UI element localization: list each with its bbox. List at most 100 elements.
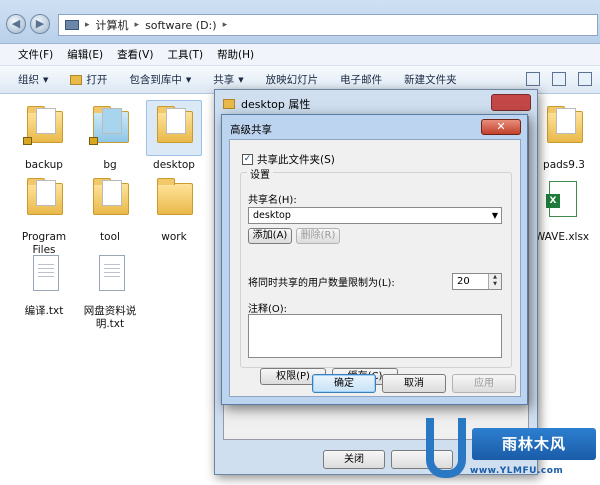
properties-close-button[interactable] [491, 94, 531, 111]
menu-edit[interactable]: 编辑(E) [67, 47, 103, 62]
file-item[interactable]: backup [12, 100, 76, 172]
breadcrumb-separator-icon: ▸ [134, 20, 140, 30]
open-button[interactable]: 打开 [70, 72, 107, 87]
view-options-icon[interactable] [526, 72, 540, 86]
file-name: 编译.txt [24, 305, 64, 317]
text-file-icon [82, 246, 138, 302]
breadcrumb-separator-icon: ▸ [85, 20, 90, 30]
folder-icon [82, 100, 138, 156]
new-folder-button[interactable]: 新建文件夹 [404, 72, 457, 87]
share-button[interactable]: 共享 ▼ [213, 72, 243, 87]
dialog-title: 高级共享 [230, 124, 272, 136]
back-button[interactable]: ◀ [6, 14, 26, 34]
apply-button[interactable]: 应用 [452, 374, 516, 393]
file-name: work [161, 231, 187, 243]
settings-group-label: 设置 [247, 166, 273, 181]
file-item[interactable]: Program Files [12, 172, 76, 257]
chevron-down-icon: ▼ [185, 75, 192, 84]
file-item[interactable]: bg [78, 100, 142, 172]
breadcrumb-separator-icon: ▸ [222, 20, 228, 30]
folder-icon [16, 100, 72, 156]
folder-icon [82, 172, 138, 228]
chevron-down-icon: ▼ [43, 75, 49, 84]
checkbox-checked-icon: ✓ [242, 154, 253, 165]
remove-button[interactable]: 删除(R) [296, 228, 340, 244]
menu-view[interactable]: 查看(V) [117, 47, 153, 62]
view-controls [526, 72, 592, 86]
user-limit-stepper[interactable]: 20 ▲ ▼ [452, 273, 502, 290]
ok-button[interactable]: 确定 [312, 374, 376, 393]
lock-icon [89, 137, 98, 145]
file-name: 网盘资料说明.txt [83, 305, 137, 330]
menu-help[interactable]: 帮助(H) [217, 47, 254, 62]
folder-icon [536, 100, 592, 156]
lock-icon [23, 137, 32, 145]
close-button[interactable]: 关闭 [323, 450, 385, 469]
file-item[interactable]: 编译.txt [12, 246, 76, 318]
watermark-logo: 雨林木风 www.YLMFU.com [426, 418, 600, 485]
share-folder-label: 共享此文件夹(S) [257, 154, 335, 166]
share-name-label: 共享名(H): [248, 195, 297, 206]
spin-arrows-icon[interactable]: ▲ ▼ [488, 274, 501, 289]
file-name: tool [100, 231, 120, 243]
file-name: bg [103, 159, 117, 171]
email-button[interactable]: 电子邮件 [340, 72, 382, 87]
organize-label: 组织 [18, 74, 39, 86]
file-name: pads9.3 [543, 159, 585, 171]
email-label: 电子邮件 [340, 74, 383, 86]
file-item[interactable]: 网盘资料说明.txt [78, 246, 142, 331]
file-name: WAVE.xlsx [534, 231, 590, 243]
excel-file-icon: X [534, 172, 590, 228]
new-folder-label: 新建文件夹 [404, 74, 457, 86]
folder-icon [16, 172, 72, 228]
share-name-value: desktop [253, 210, 291, 221]
chevron-down-icon: ▼ [491, 211, 498, 220]
properties-title: desktop 属性 [223, 96, 310, 112]
add-button[interactable]: 添加(A) [248, 228, 292, 244]
file-item[interactable]: tool [78, 172, 142, 244]
chevron-down-icon: ▼ [238, 75, 244, 84]
share-name-select[interactable]: desktop ▼ [248, 207, 502, 224]
user-limit-value: 20 [457, 276, 470, 287]
share-label: 共享 [213, 74, 235, 86]
dialog-body: ✓ 共享此文件夹(S) 设置 共享名(H): desktop ▼ 添加(A) 删… [229, 139, 521, 397]
file-item[interactable]: pads9.3 [532, 100, 596, 172]
computer-icon [65, 20, 79, 30]
preview-pane-icon[interactable] [552, 72, 566, 86]
menu-tools[interactable]: 工具(T) [167, 47, 203, 62]
file-item[interactable]: work [142, 172, 206, 244]
file-item[interactable]: X WAVE.xlsx [530, 172, 594, 244]
include-in-library-button[interactable]: 包含到库中 ▼ [129, 72, 191, 87]
watermark-url: www.YLMFU.com [470, 466, 564, 476]
organize-button[interactable]: 组织 ▼ [18, 72, 48, 87]
menu-file[interactable]: 文件(F) [18, 47, 53, 62]
file-item[interactable]: desktop [142, 100, 206, 172]
watermark-brand: 雨林木风 [472, 428, 596, 460]
file-name: desktop [153, 159, 195, 171]
user-limit-label: 将同时共享的用户数量限制为(L): [248, 278, 395, 289]
file-name: backup [25, 159, 63, 171]
breadcrumb-drive[interactable]: software (D:) [145, 19, 217, 32]
close-icon[interactable]: ✕ [481, 119, 521, 135]
breadcrumb-computer[interactable]: 计算机 [96, 17, 129, 33]
comments-field[interactable] [248, 314, 502, 358]
forward-button[interactable]: ▶ [30, 14, 50, 34]
share-folder-checkbox[interactable]: ✓ 共享此文件夹(S) [242, 152, 335, 167]
watermark-u-icon [426, 418, 466, 478]
comments-label: 注释(O): [248, 304, 288, 315]
slideshow-button[interactable]: 放映幻灯片 [266, 72, 319, 87]
cancel-button[interactable]: 取消 [382, 374, 446, 393]
text-file-icon [16, 246, 72, 302]
include-in-library-label: 包含到库中 [129, 74, 182, 86]
properties-title-text: desktop 属性 [241, 98, 311, 111]
explorer-title-bar: ◀ ▶ ▸ 计算机 ▸ software (D:) ▸ [0, 0, 600, 44]
folder-icon [223, 99, 235, 109]
advanced-sharing-dialog: 高级共享 ✕ ✓ 共享此文件夹(S) 设置 共享名(H): desktop ▼ … [221, 114, 528, 405]
help-icon[interactable] [578, 72, 592, 86]
folder-icon [146, 172, 202, 228]
folder-icon [146, 100, 202, 156]
menu-bar: 文件(F) 编辑(E) 查看(V) 工具(T) 帮助(H) [0, 44, 600, 66]
folder-open-icon [70, 74, 83, 85]
address-bar[interactable]: ▸ 计算机 ▸ software (D:) ▸ [58, 14, 598, 36]
slideshow-label: 放映幻灯片 [265, 74, 319, 86]
